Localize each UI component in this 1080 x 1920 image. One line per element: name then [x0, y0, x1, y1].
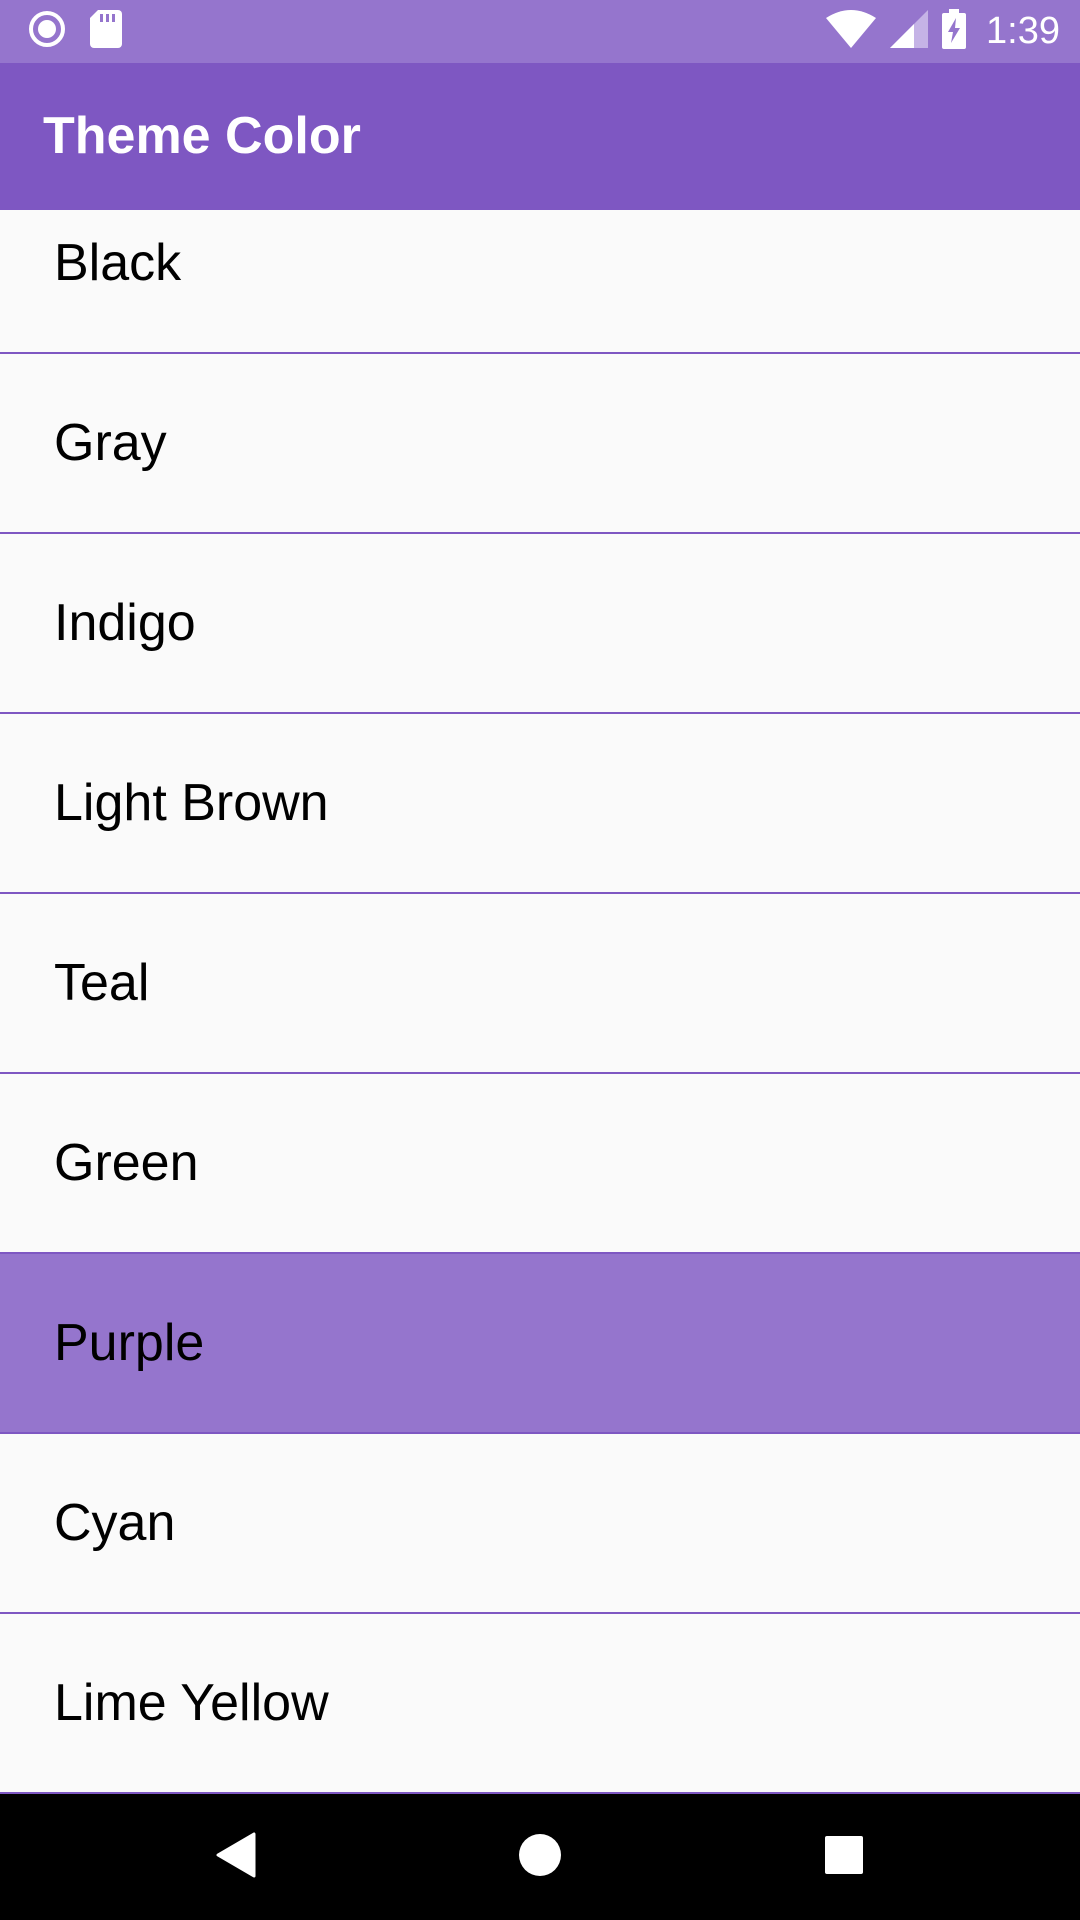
- home-button[interactable]: [480, 1794, 600, 1920]
- list-item-label: Green: [54, 1134, 199, 1192]
- back-icon: [216, 1832, 256, 1883]
- list-item-purple[interactable]: Purple: [0, 1254, 1080, 1434]
- list-item-lime-yellow[interactable]: Lime Yellow: [0, 1614, 1080, 1794]
- list-item-label: Light Brown: [54, 774, 329, 832]
- list-item-green[interactable]: Green: [0, 1074, 1080, 1254]
- list-item-label: Gray: [54, 414, 167, 472]
- home-icon: [518, 1833, 562, 1882]
- list-item-indigo[interactable]: Indigo: [0, 534, 1080, 714]
- list-item-light-brown[interactable]: Light Brown: [0, 714, 1080, 894]
- list-item-label: Purple: [54, 1314, 205, 1372]
- app-bar: Theme Color: [0, 63, 1080, 210]
- list-item-label: Cyan: [54, 1494, 176, 1552]
- list-item-gray[interactable]: Gray: [0, 354, 1080, 534]
- status-left-icons: [28, 0, 122, 63]
- page-title: Theme Color: [43, 107, 361, 165]
- back-button[interactable]: [176, 1794, 296, 1920]
- status-right-icons: 1:39: [826, 0, 1060, 63]
- status-time: 1:39: [986, 10, 1060, 52]
- battery-charging-icon: [942, 9, 967, 54]
- theme-color-list: Black Gray Indigo Light Brown Teal Green…: [0, 210, 1080, 1794]
- list-item-label: Indigo: [54, 594, 196, 652]
- list-item-black[interactable]: Black: [0, 210, 1080, 354]
- list-item-cyan[interactable]: Cyan: [0, 1434, 1080, 1614]
- list-item-label: Teal: [54, 954, 150, 1012]
- navigation-bar: [0, 1794, 1080, 1920]
- list-item-teal[interactable]: Teal: [0, 894, 1080, 1074]
- radio-icon: [28, 10, 66, 53]
- recents-button[interactable]: [784, 1794, 904, 1920]
- recents-icon: [824, 1835, 864, 1880]
- list-item-label: Black: [54, 234, 182, 292]
- wifi-icon: [826, 10, 877, 53]
- sd-card-icon: [90, 10, 122, 53]
- status-bar: 1:39: [0, 0, 1080, 63]
- signal-icon: [890, 10, 929, 53]
- list-item-label: Lime Yellow: [54, 1674, 329, 1732]
